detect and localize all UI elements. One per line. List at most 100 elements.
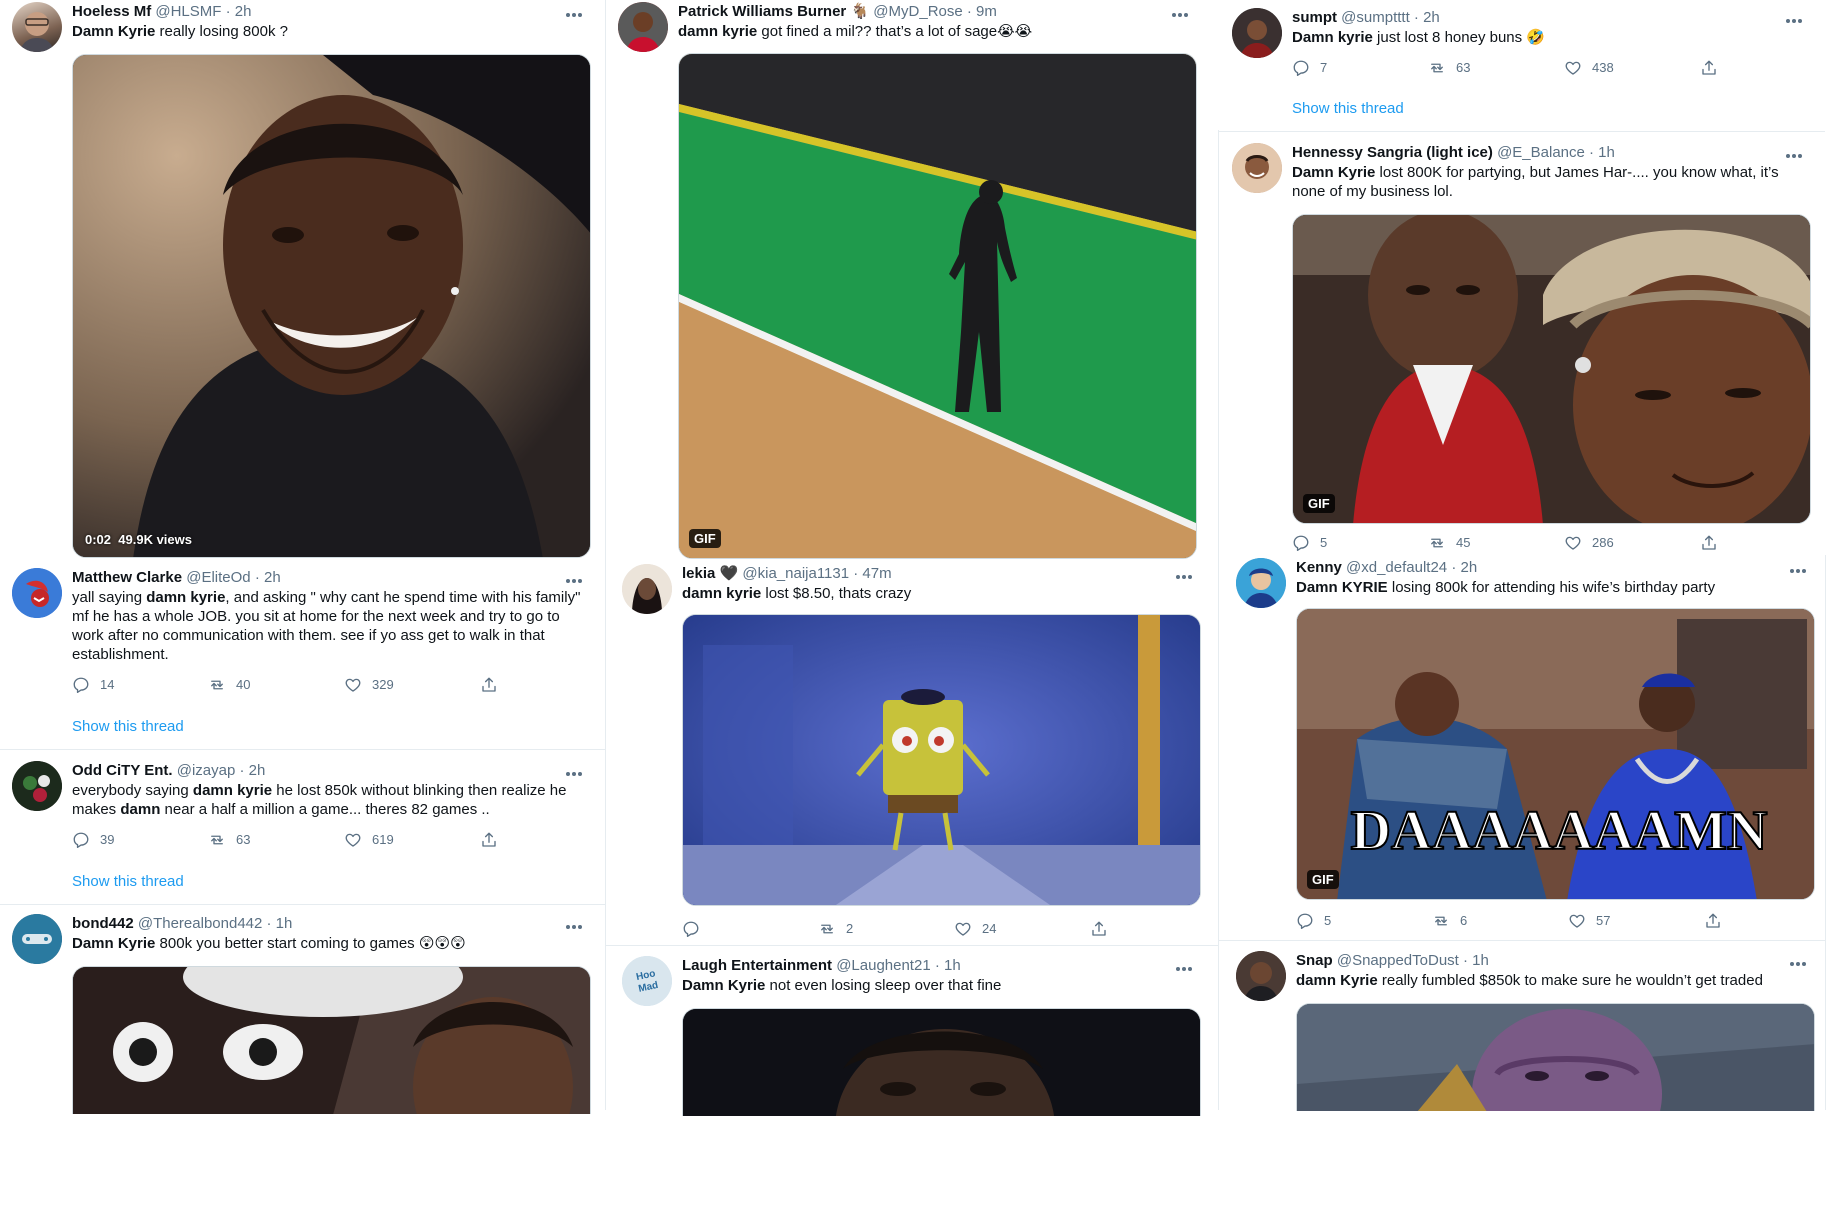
timestamp[interactable]: · 2h bbox=[226, 3, 252, 20]
reply-button[interactable] bbox=[682, 919, 710, 939]
show-thread-link[interactable]: Show this thread bbox=[1292, 100, 1404, 117]
timestamp[interactable]: · 2h bbox=[240, 762, 266, 779]
avatar[interactable] bbox=[12, 2, 62, 52]
tweet-lekia[interactable]: lekia 🖤 @kia_naija1131 · 47m damn kyrie … bbox=[622, 564, 1212, 934]
user-name[interactable]: Hennessy Sangria (light ice) bbox=[1292, 144, 1493, 161]
avatar[interactable] bbox=[1236, 558, 1286, 608]
reply-button[interactable]: 7 bbox=[1292, 58, 1327, 78]
tweet-snap[interactable]: Snap @SnappedToDust · 1h damn Kyrie real… bbox=[1236, 951, 1826, 1111]
video-player[interactable]: 0:02 49.9K views bbox=[72, 54, 591, 558]
user-handle[interactable]: @izayap bbox=[177, 762, 236, 779]
more-icon[interactable] bbox=[1176, 958, 1198, 972]
more-icon[interactable] bbox=[566, 763, 588, 777]
show-thread-link[interactable]: Show this thread bbox=[72, 718, 184, 735]
more-icon[interactable] bbox=[566, 916, 588, 930]
avatar[interactable] bbox=[618, 2, 668, 52]
share-button[interactable] bbox=[480, 675, 508, 695]
user-handle[interactable]: @sumptttt bbox=[1341, 9, 1410, 26]
timestamp[interactable]: · 1h bbox=[1463, 952, 1489, 969]
more-icon[interactable] bbox=[1786, 10, 1808, 24]
user-name[interactable]: Matthew Clarke bbox=[72, 569, 182, 586]
gif-player[interactable]: DAAAAAAAMN GIF bbox=[1296, 608, 1815, 900]
retweet-button[interactable]: 6 bbox=[1432, 911, 1467, 931]
gif-player[interactable]: GIF bbox=[678, 53, 1197, 559]
user-handle[interactable]: @Laughent21 bbox=[836, 957, 930, 974]
user-handle[interactable]: @SnappedToDust bbox=[1337, 952, 1459, 969]
avatar[interactable] bbox=[12, 914, 62, 964]
more-icon[interactable] bbox=[566, 570, 588, 584]
like-button[interactable]: 24 bbox=[954, 919, 996, 939]
user-name[interactable]: Snap bbox=[1296, 952, 1333, 969]
share-button[interactable] bbox=[1700, 58, 1728, 78]
timestamp[interactable]: · 2h bbox=[1414, 9, 1440, 26]
avatar[interactable] bbox=[1232, 143, 1282, 193]
user-name[interactable]: Laugh Entertainment bbox=[682, 957, 832, 974]
tweet-sumpt[interactable]: sumpt @sumptttt · 2h Damn kyrie just los… bbox=[1232, 8, 1822, 123]
gif-player[interactable]: GIF bbox=[1292, 214, 1811, 524]
tweet-patrick[interactable]: Patrick Williams Burner 🐐 @MyD_Rose · 9m… bbox=[618, 2, 1208, 560]
avatar[interactable] bbox=[12, 761, 62, 811]
timestamp[interactable]: · 1h bbox=[1589, 144, 1615, 161]
share-button[interactable] bbox=[1700, 533, 1728, 553]
user-name[interactable]: sumpt bbox=[1292, 9, 1337, 26]
like-button[interactable]: 619 bbox=[344, 830, 394, 850]
timestamp[interactable]: · 9m bbox=[967, 3, 997, 20]
more-icon[interactable] bbox=[1786, 145, 1808, 159]
user-name[interactable]: Odd CiTY Ent. bbox=[72, 762, 173, 779]
tweet-kenny[interactable]: Kenny @xd_default24 · 2h Damn KYRIE losi… bbox=[1236, 558, 1826, 933]
like-button[interactable]: 329 bbox=[344, 675, 394, 695]
retweet-button[interactable]: 40 bbox=[208, 675, 250, 695]
tweet-laugh[interactable]: Hoo Mad Laugh Entertainment @Laughent21 ·… bbox=[622, 956, 1212, 1116]
show-thread-link[interactable]: Show this thread bbox=[72, 873, 184, 890]
user-handle[interactable]: @kia_naija1131 bbox=[742, 565, 849, 582]
retweet-button[interactable]: 63 bbox=[1428, 58, 1470, 78]
reply-button[interactable]: 39 bbox=[72, 830, 114, 850]
reply-button[interactable]: 14 bbox=[72, 675, 114, 695]
user-name[interactable]: bond442 bbox=[72, 915, 134, 932]
retweet-button[interactable]: 2 bbox=[818, 919, 853, 939]
timestamp[interactable]: · 47m bbox=[853, 565, 891, 582]
tweet-hennessy[interactable]: Hennessy Sangria (light ice) @E_Balance … bbox=[1232, 143, 1822, 553]
user-name[interactable]: Hoeless Mf bbox=[72, 3, 151, 20]
timestamp[interactable]: · 2h bbox=[255, 569, 281, 586]
avatar[interactable] bbox=[1236, 951, 1286, 1001]
more-icon[interactable] bbox=[1790, 953, 1812, 967]
more-icon[interactable] bbox=[1176, 566, 1198, 580]
avatar[interactable] bbox=[1232, 8, 1282, 58]
user-handle[interactable]: @MyD_Rose bbox=[873, 3, 962, 20]
user-name[interactable]: lekia 🖤 bbox=[682, 565, 738, 582]
tweet-image[interactable] bbox=[1296, 1003, 1815, 1111]
user-name[interactable]: Kenny bbox=[1296, 559, 1342, 576]
share-button[interactable] bbox=[480, 830, 508, 850]
timestamp[interactable]: · 1h bbox=[935, 957, 961, 974]
user-handle[interactable]: @EliteOd bbox=[186, 569, 250, 586]
retweet-button[interactable]: 45 bbox=[1428, 533, 1470, 553]
user-handle[interactable]: @xd_default24 bbox=[1346, 559, 1447, 576]
like-button[interactable]: 438 bbox=[1564, 58, 1614, 78]
timestamp[interactable]: · 2h bbox=[1451, 559, 1477, 576]
tweet-image[interactable] bbox=[72, 966, 591, 1114]
avatar[interactable]: Hoo Mad bbox=[622, 956, 672, 1006]
share-button[interactable] bbox=[1090, 919, 1118, 939]
like-button[interactable]: 286 bbox=[1564, 533, 1614, 553]
gif-player[interactable] bbox=[682, 614, 1201, 906]
user-name[interactable]: Patrick Williams Burner bbox=[678, 3, 846, 20]
timestamp[interactable]: · 1h bbox=[267, 915, 293, 932]
reply-button[interactable]: 5 bbox=[1292, 533, 1327, 553]
share-button[interactable] bbox=[1704, 911, 1732, 931]
avatar[interactable] bbox=[12, 568, 62, 618]
tweet-hoeless[interactable]: Hoeless Mf @HLSMF · 2h Damn Kyrie really… bbox=[12, 2, 602, 558]
tweet-image[interactable] bbox=[682, 1008, 1201, 1116]
like-button[interactable]: 57 bbox=[1568, 911, 1610, 931]
tweet-bond[interactable]: bond442 @Therealbond442 · 1h Damn Kyrie … bbox=[12, 914, 602, 1114]
retweet-button[interactable]: 63 bbox=[208, 830, 250, 850]
avatar[interactable] bbox=[622, 564, 672, 614]
more-icon[interactable] bbox=[566, 4, 588, 18]
reply-button[interactable]: 5 bbox=[1296, 911, 1331, 931]
user-handle[interactable]: @Therealbond442 bbox=[138, 915, 262, 932]
more-icon[interactable] bbox=[1790, 560, 1812, 574]
user-handle[interactable]: @HLSMF bbox=[155, 3, 221, 20]
more-icon[interactable] bbox=[1172, 4, 1194, 18]
user-handle[interactable]: @E_Balance bbox=[1497, 144, 1585, 161]
tweet-odd[interactable]: Odd CiTY Ent. @izayap · 2h everybody say… bbox=[12, 761, 602, 901]
